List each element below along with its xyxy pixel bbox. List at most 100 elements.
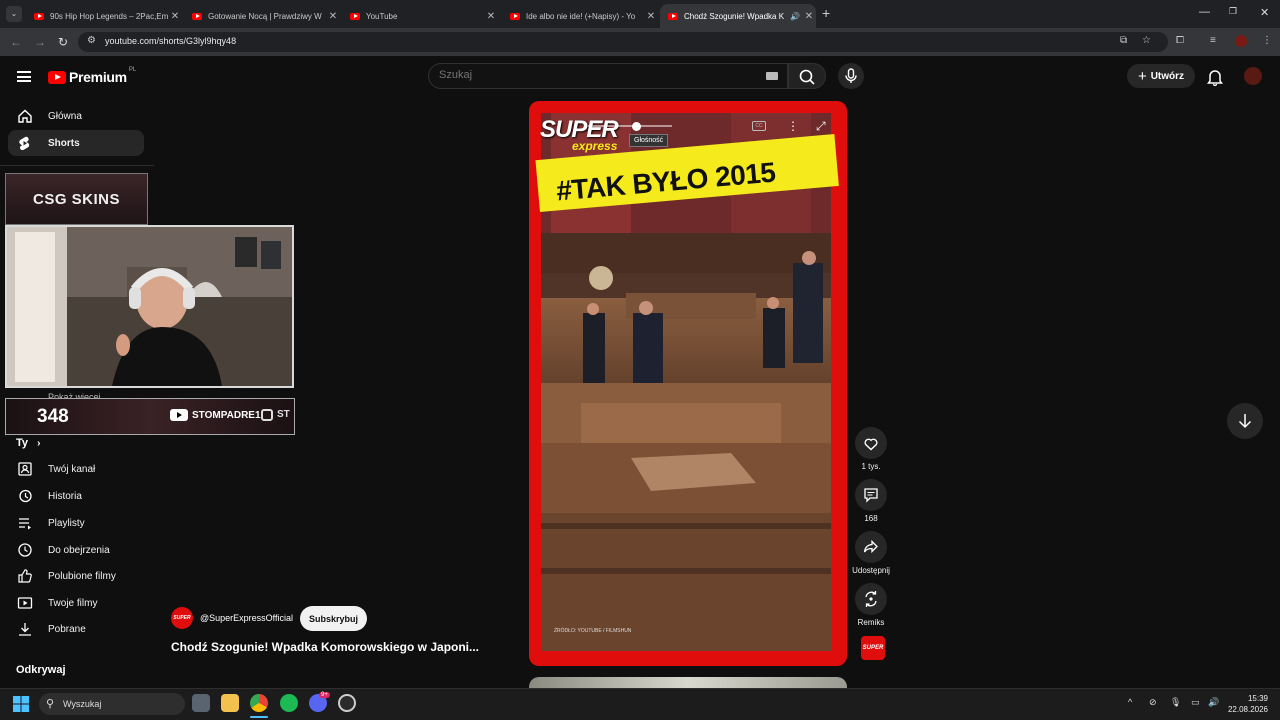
task-view-icon[interactable] [192, 694, 210, 712]
like-count: 1 tys. [861, 462, 881, 471]
tray-overflow-icon[interactable]: ^ [1128, 697, 1132, 707]
share-button[interactable] [855, 531, 887, 563]
display-icon[interactable]: ▭ [1191, 697, 1200, 708]
keyboard-icon[interactable] [766, 72, 778, 80]
bell-icon [1207, 70, 1223, 87]
youtube-logo-icon [170, 409, 188, 421]
profile-avatar[interactable] [1235, 35, 1247, 47]
window-close-icon[interactable]: ✕ [1260, 6, 1269, 19]
youtube-handle: STOMPADRE1 [170, 409, 261, 421]
create-button[interactable]: + Utwórz [1127, 64, 1195, 88]
home-icon [18, 109, 32, 123]
browser-tab[interactable]: Gotowanie Nocą | Prawdziwy W ✕ [184, 4, 340, 28]
browser-tab[interactable]: Ide albo nie ide! (+Napisy) - Yo ✕ [502, 4, 658, 28]
volume-icon[interactable]: 🔊 [1208, 697, 1219, 708]
search-input[interactable] [439, 69, 739, 81]
volume-track [588, 125, 672, 127]
volume-handle[interactable] [632, 122, 641, 131]
account-avatar[interactable] [1244, 67, 1262, 85]
channel-avatar[interactable]: SUPER [171, 607, 193, 629]
system-clock[interactable]: 15:39 22.08.2026 [1226, 693, 1268, 715]
notifications-button[interactable] [1207, 68, 1223, 91]
taskbar-search[interactable]: ⚲ Wyszukaj [39, 693, 185, 715]
volume-slider[interactable] [588, 122, 672, 131]
file-explorer-icon[interactable] [221, 694, 239, 712]
sidebar-item-downloads[interactable]: Pobrane [8, 616, 144, 642]
sponsor-banner: CSG SKINS [5, 173, 148, 225]
channel-icon [18, 462, 32, 476]
share-label: Udostępnij [852, 566, 890, 575]
sidebar-item-home[interactable]: Główna [8, 103, 144, 129]
windows-start-icon[interactable] [13, 696, 29, 712]
subscribe-button[interactable]: Subskrybuj [300, 606, 367, 631]
browser-menu-icon[interactable]: ⋮ [1262, 35, 1272, 46]
sidebar-item-watch-later[interactable]: Do obejrzenia [8, 537, 144, 563]
banner-overlay: #TAK BYŁO 2015 [535, 134, 839, 220]
youtube-logo-icon [48, 70, 66, 84]
sidebar-item-your-videos[interactable]: Twoje filmy [8, 590, 144, 616]
sidebar-item-history[interactable]: Historia [8, 483, 144, 509]
active-app-indicator [250, 716, 268, 718]
forward-icon[interactable]: → [34, 35, 46, 49]
chrome-icon[interactable] [250, 694, 268, 712]
tab-close-icon[interactable]: ✕ [326, 11, 340, 22]
address-bar[interactable] [78, 32, 1168, 52]
explore-section-heading: Odkrywaj [16, 664, 66, 676]
download-icon [19, 623, 31, 636]
channel-avatar-small[interactable]: SUPER [861, 636, 885, 660]
voice-search-button[interactable] [838, 63, 864, 89]
browser-tab[interactable]: 90s Hip Hop Legends – 2Pac,Em ✕ [26, 4, 182, 28]
tab-close-icon[interactable]: ✕ [168, 11, 182, 22]
channel-name[interactable]: @SuperExpressOfficial [200, 613, 293, 623]
hamburger-menu-icon[interactable] [17, 71, 31, 82]
more-options-icon[interactable]: ⋮ [787, 119, 799, 133]
sidebar-item-shorts[interactable]: Shorts [8, 130, 144, 156]
tab-close-icon[interactable]: ✕ [484, 11, 498, 22]
tab-title: YouTube [366, 11, 398, 21]
browser-tab[interactable]: YouTube ✕ [342, 4, 498, 28]
back-icon[interactable]: ← [10, 35, 22, 49]
like-icon [18, 569, 32, 583]
site-info-icon[interactable]: ⚙ [87, 35, 96, 46]
network-icon[interactable]: ⊘ [1149, 697, 1157, 708]
browser-tab-active[interactable]: Chodź Szogunie! Wpadka K 🔊 ✕ [660, 4, 816, 28]
spotify-icon[interactable] [280, 694, 298, 712]
url-text[interactable]: youtube.com/shorts/G3lyl9hqy48 [105, 36, 236, 46]
captions-icon[interactable]: CC [752, 121, 766, 131]
microphone-tray-icon[interactable]: 🎙 [1170, 697, 1181, 708]
reload-icon[interactable]: ↻ [58, 35, 68, 49]
remix-button[interactable] [855, 583, 887, 615]
minimize-icon[interactable]: — [1199, 6, 1210, 18]
restore-icon[interactable]: ❐ [1229, 6, 1237, 17]
tab-search-dropdown-icon[interactable]: ⌄ [6, 6, 22, 22]
media-control-icon[interactable]: ≡ [1210, 35, 1216, 46]
search-icon: ⚲ [46, 698, 55, 710]
history-icon [19, 489, 32, 503]
like-button[interactable] [855, 427, 887, 459]
discord-badge: 9+ [319, 692, 330, 698]
share-icon [863, 539, 878, 554]
heart-icon [864, 438, 878, 451]
watch-later-icon [18, 543, 32, 557]
tab-close-icon[interactable]: ✕ [644, 11, 658, 22]
fullscreen-icon[interactable]: ⤢ [816, 119, 826, 134]
extensions-icon[interactable]: ⧠ [1176, 35, 1184, 46]
sidebar-item-liked[interactable]: Polubione filmy [8, 563, 144, 589]
tab-close-icon[interactable]: ✕ [802, 11, 816, 22]
video-title[interactable]: Chodź Szogunie! Wpadka Komorowskiego w J… [171, 640, 479, 654]
sidebar-item-your-channel[interactable]: Twój kanał [8, 456, 144, 482]
tab-audio-icon[interactable]: 🔊 [790, 12, 800, 21]
webcam-overlay [5, 225, 294, 388]
sidebar-item-playlists[interactable]: Playlisty [8, 510, 144, 536]
next-video-button[interactable] [1227, 403, 1263, 439]
search-button[interactable] [788, 63, 826, 89]
sidebar-divider [0, 165, 154, 166]
comment-button[interactable] [855, 479, 887, 511]
bookmark-star-icon[interactable]: ☆ [1142, 35, 1151, 46]
you-section-heading[interactable]: Ty › [16, 437, 40, 449]
youtube-premium-logo[interactable]: Premium PL [48, 67, 136, 85]
install-app-icon[interactable]: ⧉ [1120, 35, 1127, 46]
new-tab-button[interactable]: + [822, 5, 830, 21]
obs-icon[interactable] [338, 694, 356, 712]
channel-info[interactable]: SUPER @SuperExpressOfficial [171, 607, 293, 629]
